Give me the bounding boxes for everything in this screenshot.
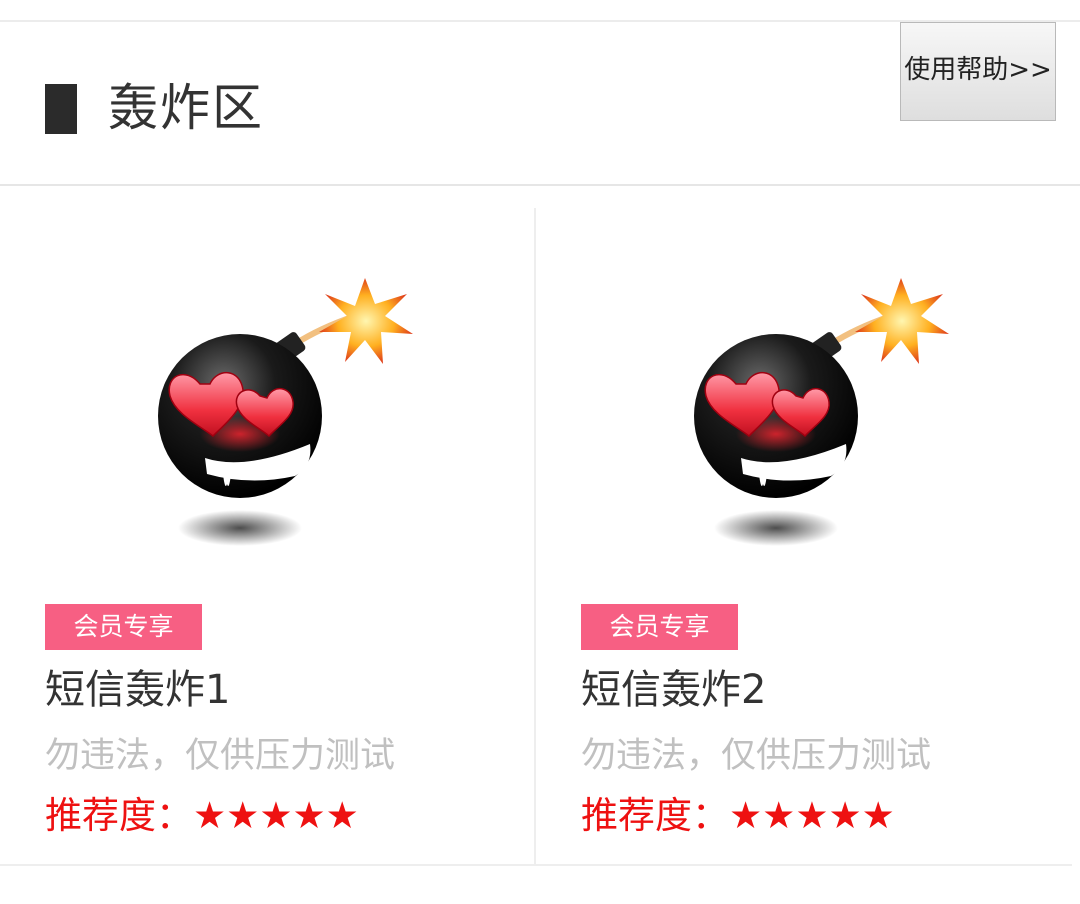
card-description: 勿违法，仅供压力测试	[45, 736, 396, 776]
rating-row: 推荐度：★★★★★	[45, 792, 359, 840]
rating-label: 推荐度：	[581, 794, 729, 837]
page-title: 轰炸区	[108, 79, 264, 137]
rating-stars: ★★★★★	[193, 794, 359, 837]
service-card-2[interactable]: 会员专享 短信轰炸2 勿违法，仅供压力测试 推荐度：★★★★★	[536, 208, 1072, 866]
help-button[interactable]: 使用帮助>>	[900, 22, 1056, 121]
rating-label: 推荐度：	[45, 794, 193, 837]
service-card-1[interactable]: 会员专享 短信轰炸1 勿违法，仅供压力测试 推荐度：★★★★★	[0, 208, 536, 866]
bomb-icon	[158, 278, 413, 546]
header-divider	[0, 184, 1080, 186]
card-title: 短信轰炸2	[581, 667, 767, 713]
member-badge: 会员专享	[45, 604, 202, 650]
rating-stars: ★★★★★	[729, 794, 895, 837]
member-badge: 会员专享	[581, 604, 738, 650]
card-title: 短信轰炸1	[45, 667, 231, 713]
bomb-icon	[694, 278, 949, 546]
header-marker-bar	[45, 84, 77, 134]
rating-row: 推荐度：★★★★★	[581, 792, 895, 840]
card-description: 勿违法，仅供压力测试	[581, 736, 932, 776]
